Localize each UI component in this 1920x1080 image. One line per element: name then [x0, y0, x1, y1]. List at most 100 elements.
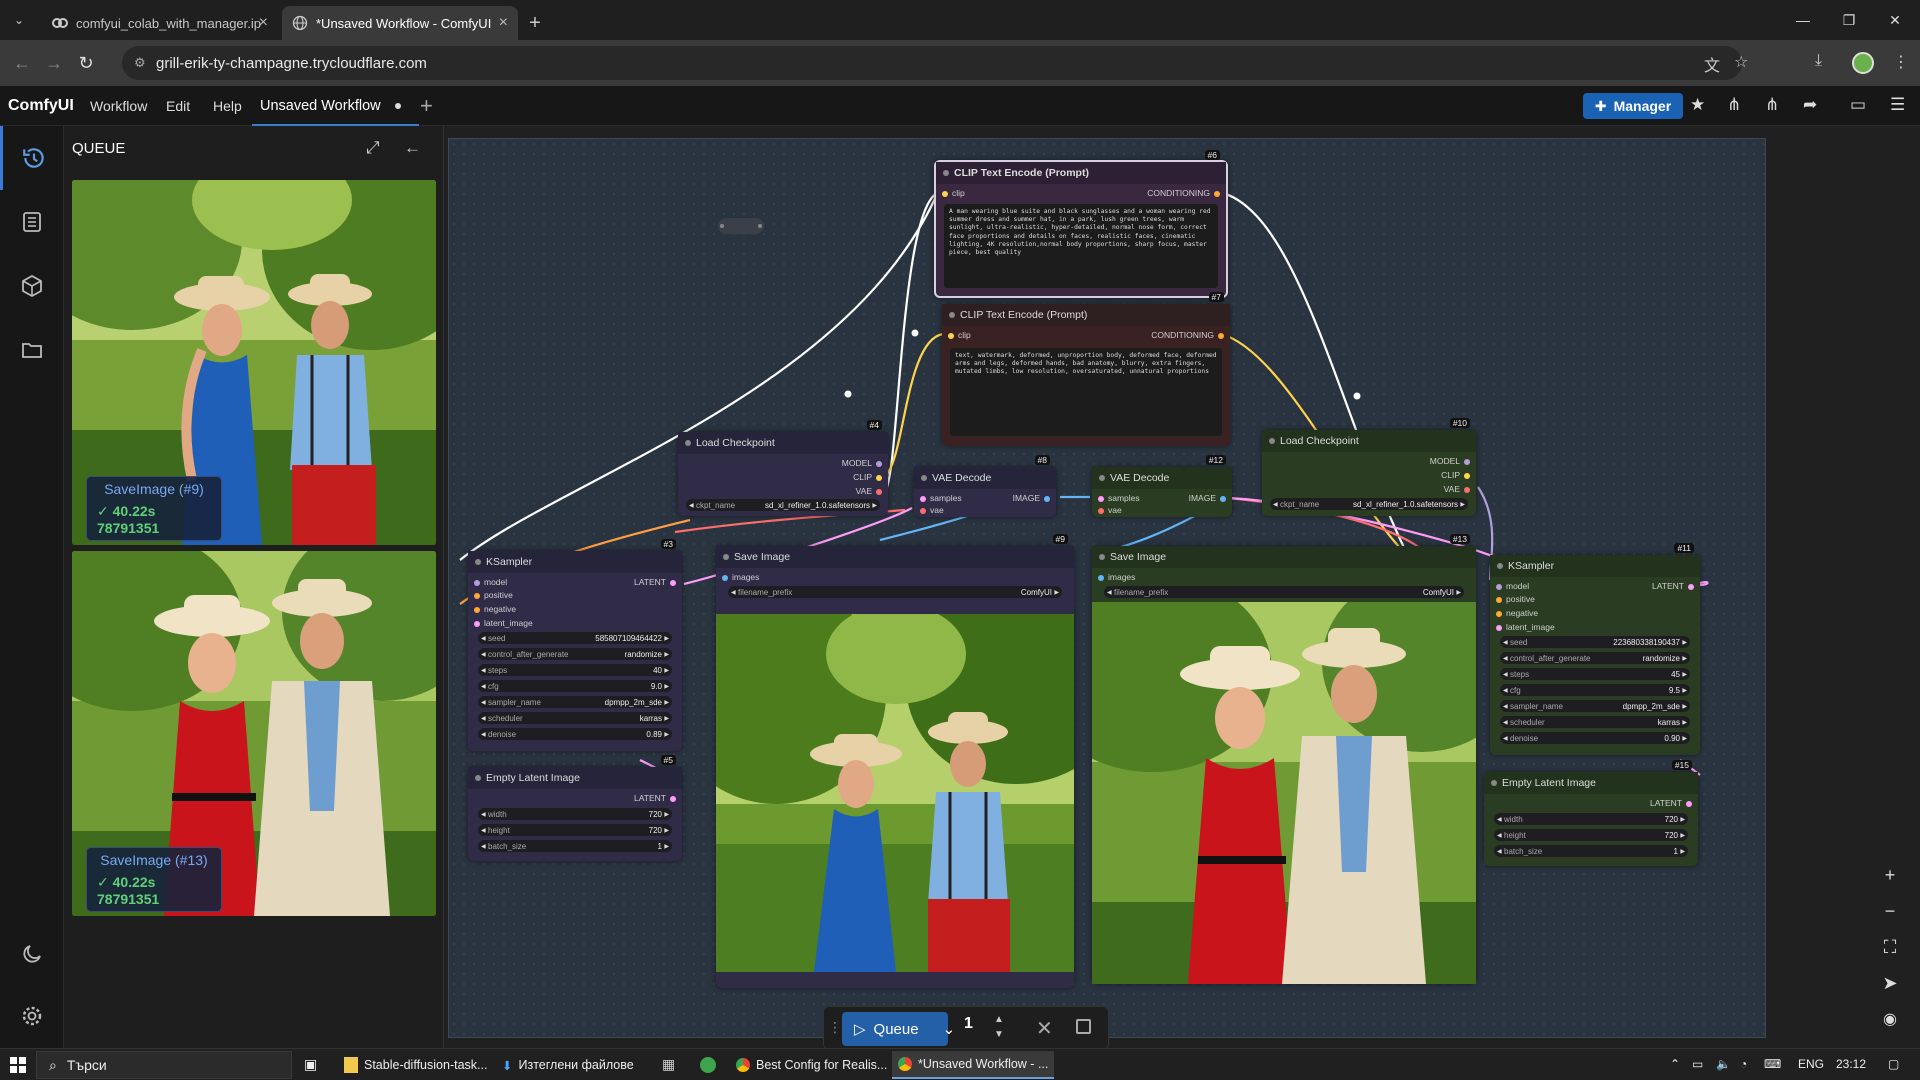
- seed-widget[interactable]: seed 223680338190437: [1500, 636, 1690, 648]
- green-app-icon[interactable]: [700, 1057, 716, 1073]
- taskbar-app-notepad[interactable]: Stable-diffusion-task...: [338, 1051, 493, 1079]
- height-widget[interactable]: height 720: [1494, 829, 1688, 841]
- menu-edit[interactable]: Edit: [166, 98, 190, 114]
- zoom-in-plus-icon[interactable]: +: [1872, 858, 1908, 892]
- node-save-image-1[interactable]: #9 Save Image images filename_prefix Comf…: [716, 534, 1074, 988]
- toggle-links-eye-icon[interactable]: ◉: [1872, 1002, 1908, 1036]
- output-slot-dot[interactable]: [1464, 487, 1470, 493]
- node-title[interactable]: Empty Latent Image: [1484, 772, 1698, 794]
- close-tab-icon[interactable]: ×: [259, 14, 268, 32]
- menu-workflow[interactable]: Workflow: [90, 98, 147, 114]
- language-indicator[interactable]: ENG: [1798, 1057, 1824, 1071]
- input-slot-dot[interactable]: [1098, 508, 1104, 514]
- control-after-generate-widget[interactable]: control_after_generate randomize: [478, 648, 672, 660]
- model-b-icon[interactable]: ⋔: [1765, 95, 1779, 115]
- input-slot-dot[interactable]: [474, 607, 480, 613]
- node-title[interactable]: KSampler: [1490, 555, 1700, 577]
- node-load-checkpoint-1[interactable]: #4 Load Checkpoint MODEL CLIP VAE ckpt_n…: [678, 420, 888, 516]
- node-empty-latent-1[interactable]: #5 Empty Latent Image LATENT width 720 he…: [468, 755, 682, 861]
- output-slot-dot[interactable]: [876, 461, 882, 467]
- node-title[interactable]: Save Image: [716, 546, 1074, 568]
- taskbar-search-input[interactable]: ⌕ Търси: [36, 1051, 292, 1079]
- manager-button[interactable]: ✚ Manager: [1583, 93, 1683, 119]
- denoise-widget[interactable]: denoise 0.90: [1500, 732, 1690, 744]
- batch-size-widget[interactable]: batch_size 1: [1494, 845, 1688, 857]
- scheduler-widget[interactable]: scheduler karras: [478, 712, 672, 724]
- queue-button[interactable]: ▷ Queue ⌄: [842, 1012, 955, 1046]
- taskbar-app-chrome-1[interactable]: Best Config for Realis...: [730, 1051, 893, 1079]
- image-preview[interactable]: [716, 614, 1074, 972]
- output-slot-dot[interactable]: [1688, 584, 1694, 590]
- input-slot-dot[interactable]: [474, 593, 480, 599]
- output-slot-dot[interactable]: [1464, 473, 1470, 479]
- node-title[interactable]: VAE Decode: [914, 467, 1056, 489]
- settings-gear-icon[interactable]: [0, 984, 64, 1048]
- bookmark-star-icon[interactable]: ☆: [1734, 52, 1748, 72]
- input-slot-dot[interactable]: [474, 621, 480, 627]
- input-slot-dot[interactable]: [1098, 575, 1104, 581]
- node-title[interactable]: CLIP Text Encode (Prompt): [936, 162, 1226, 184]
- cfg-widget[interactable]: cfg 9.0: [478, 680, 672, 692]
- node-title[interactable]: CLIP Text Encode (Prompt): [942, 304, 1230, 326]
- node-vae-decode-1[interactable]: #8 VAE Decode samples vae IMAGE: [914, 455, 1056, 517]
- scheduler-widget[interactable]: scheduler karras: [1500, 716, 1690, 728]
- output-slot-dot[interactable]: [1686, 801, 1692, 807]
- back-arrow-icon[interactable]: ←: [6, 47, 38, 79]
- reload-icon[interactable]: ↻: [70, 47, 102, 79]
- steps-widget[interactable]: steps 45: [1500, 668, 1690, 680]
- site-info-icon[interactable]: ⚙: [134, 55, 146, 71]
- output-slot-dot[interactable]: [670, 796, 676, 802]
- translate-icon[interactable]: 文: [1704, 52, 1720, 76]
- node-library-icon[interactable]: [0, 190, 64, 254]
- add-workflow-plus-icon[interactable]: +: [420, 93, 433, 119]
- prompt-textarea[interactable]: A man wearing blue suite and black sungl…: [944, 204, 1218, 288]
- batch-size-widget[interactable]: batch_size 1: [478, 840, 672, 852]
- minimize-icon[interactable]: —: [1780, 0, 1826, 40]
- filename-prefix-widget[interactable]: filename_prefix ComfyUI: [1104, 586, 1464, 598]
- battery-icon[interactable]: ▭: [1692, 1057, 1703, 1071]
- cancel-x-icon[interactable]: ✕: [1036, 1016, 1053, 1041]
- output-slot-dot[interactable]: [1220, 496, 1226, 502]
- node-title[interactable]: VAE Decode: [1092, 467, 1232, 489]
- output-slot-dot[interactable]: [1464, 459, 1470, 465]
- input-slot-dot[interactable]: [920, 508, 926, 514]
- chevron-down-icon[interactable]: ⌄: [943, 1020, 956, 1038]
- volume-icon[interactable]: 🔈: [1716, 1057, 1731, 1071]
- browser-tab-comfyui[interactable]: *Unsaved Workflow - ComfyUI ×: [282, 6, 518, 40]
- batch-count-input[interactable]: 1: [964, 1015, 973, 1033]
- theme-moon-icon[interactable]: [0, 922, 64, 986]
- input-slot-dot[interactable]: [1496, 611, 1502, 617]
- node-title[interactable]: Load Checkpoint: [678, 432, 888, 454]
- input-slot-dot[interactable]: [1496, 597, 1502, 603]
- stepper-icon[interactable]: ▲ ▼: [994, 1012, 1004, 1042]
- queue-history-icon[interactable]: [0, 126, 64, 190]
- browser-menu-icon[interactable]: ⋮: [1893, 52, 1909, 72]
- node-title[interactable]: KSampler: [468, 551, 682, 573]
- prompt-textarea[interactable]: text, watermark, deformed, unproportion …: [950, 348, 1222, 436]
- denoise-widget[interactable]: denoise 0.89: [478, 728, 672, 740]
- output-slot-dot[interactable]: [1214, 191, 1220, 197]
- expand-icon[interactable]: ⤢: [366, 138, 380, 158]
- output-slot-dot[interactable]: [876, 475, 882, 481]
- input-slot-dot[interactable]: [1098, 496, 1104, 502]
- node-empty-latent-2[interactable]: #15 Empty Latent Image LATENT width 720 h…: [1484, 760, 1698, 866]
- model-library-cube-icon[interactable]: [0, 254, 64, 318]
- workflow-tab[interactable]: Unsaved Workflow: [252, 88, 419, 126]
- toggle-panel-icon[interactable]: ▭: [1850, 95, 1866, 115]
- drag-handle-icon[interactable]: ⋮: [828, 1019, 842, 1036]
- forward-arrow-icon[interactable]: →: [38, 47, 70, 79]
- node-save-image-2[interactable]: #13 Save Image images filename_prefix Com…: [1092, 534, 1476, 984]
- fit-view-icon[interactable]: ⛶: [1872, 930, 1908, 964]
- input-slot-dot[interactable]: [722, 575, 728, 581]
- tray-chevron-up-icon[interactable]: ⌃: [1670, 1057, 1680, 1071]
- output-slot-dot[interactable]: [670, 580, 676, 586]
- node-ksampler-1[interactable]: #3 KSampler model positive negative late…: [468, 539, 682, 751]
- node-clip-text-encode-negative[interactable]: #7 CLIP Text Encode (Prompt) clip CONDIT…: [942, 292, 1230, 446]
- node-title[interactable]: Load Checkpoint: [1262, 430, 1476, 452]
- share-arrow-icon[interactable]: ➦: [1803, 95, 1817, 115]
- input-slot-dot[interactable]: [1496, 584, 1502, 590]
- select-mode-arrow-icon[interactable]: ➤: [1872, 966, 1908, 1000]
- width-widget[interactable]: width 720: [1494, 813, 1688, 825]
- ckpt-name-widget[interactable]: ckpt_name sd_xl_refiner_1.0.safetensors: [686, 499, 880, 511]
- stop-square-icon[interactable]: [1076, 1019, 1091, 1034]
